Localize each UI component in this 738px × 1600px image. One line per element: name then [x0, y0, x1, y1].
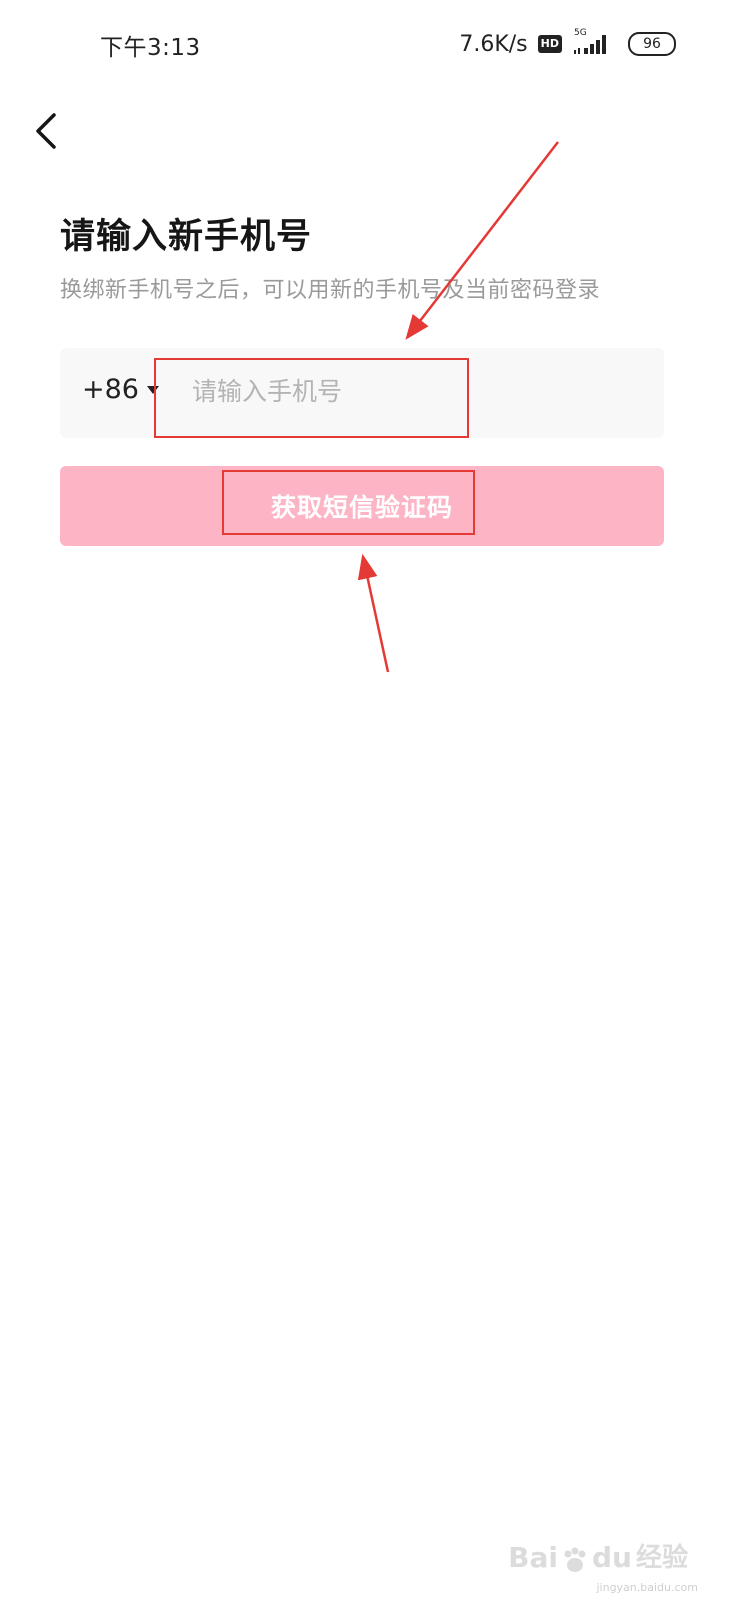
baidu-watermark: Bai du 经验 — [508, 1537, 688, 1574]
annotation-arrow-bottom — [357, 553, 390, 673]
page-subtitle: 换绑新手机号之后，可以用新的手机号及当前密码登录 — [60, 278, 601, 303]
watermark-url: jingyan.baidu.com — [596, 1581, 698, 1594]
status-time: 下午3:13 — [100, 35, 201, 61]
status-indicators: 7.6K/s HD 5G 96 — [459, 28, 676, 60]
phone-number-input[interactable] — [184, 360, 492, 422]
phone-input-row: +86 — [60, 348, 664, 438]
paw-icon — [564, 1547, 586, 1572]
battery-level: 96 — [643, 36, 661, 52]
page-title: 请输入新手机号 — [60, 217, 313, 257]
country-code: +86 — [82, 374, 139, 405]
watermark-logo-text: Bai — [508, 1541, 558, 1574]
status-bar: 下午3:13 7.6K/s HD 5G 96 — [0, 0, 738, 88]
chevron-left-icon — [36, 113, 56, 149]
battery-icon: 96 — [628, 32, 676, 56]
back-button[interactable] — [22, 104, 70, 158]
network-type: 5G — [574, 28, 587, 38]
signal-icon: 5G — [572, 28, 612, 58]
caret-down-icon — [146, 385, 159, 394]
watermark-jingyan: 经验 — [635, 1543, 688, 1573]
get-sms-code-button[interactable]: 获取短信验证码 — [60, 466, 664, 546]
country-code-selector[interactable]: +86 — [82, 374, 159, 405]
watermark-logo-text-2: du — [592, 1541, 632, 1574]
hd-badge: HD — [537, 35, 562, 53]
network-speed: 7.6K/s — [459, 31, 528, 57]
